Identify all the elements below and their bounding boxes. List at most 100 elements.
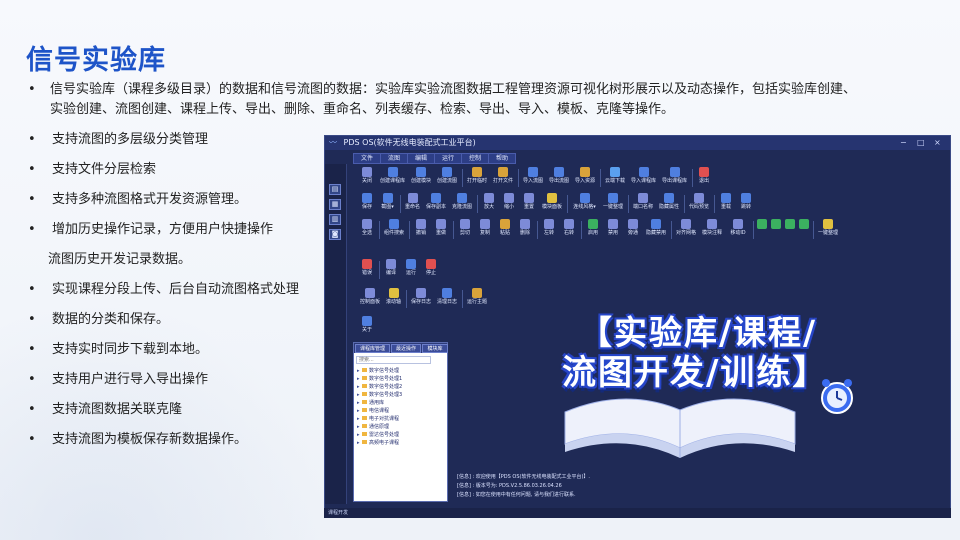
toolbar-button[interactable] bbox=[798, 219, 810, 241]
toolbar-button[interactable]: 跳转 bbox=[737, 193, 755, 215]
toolbar-button[interactable]: 粘贴 bbox=[496, 219, 514, 241]
toolbar-button[interactable]: 隐藏禁用 bbox=[644, 219, 668, 241]
toolbar-button[interactable]: 组件搜索 bbox=[382, 219, 406, 241]
toolbar-button[interactable]: 连线风格▾ bbox=[570, 193, 599, 215]
tab-module-library[interactable]: 模块库 bbox=[422, 344, 448, 353]
menu-item[interactable]: 流图 bbox=[380, 153, 408, 164]
toolbar-button[interactable]: 滚动轴 bbox=[384, 288, 403, 310]
toolbar-button[interactable]: 关于 bbox=[358, 316, 376, 338]
toolbar-button[interactable]: 编译 bbox=[382, 259, 400, 281]
toolbar-button[interactable]: 隐藏属性 bbox=[657, 193, 681, 215]
toolbar-button[interactable]: 一键整理 bbox=[816, 219, 840, 241]
toolbar-separator bbox=[567, 195, 568, 213]
tree-node[interactable]: ▸ 电信课程 bbox=[357, 408, 389, 415]
toolbar-button[interactable]: 错误 bbox=[358, 259, 376, 281]
toolbar-button[interactable]: 重做 bbox=[432, 219, 450, 241]
toolbar-button[interactable]: 创建课程库 bbox=[378, 167, 407, 189]
minimize-button[interactable]: − bbox=[900, 136, 907, 150]
scroll-icon bbox=[388, 288, 399, 298]
toolbar-button-label: 删除 bbox=[519, 230, 530, 236]
maximize-button[interactable]: □ bbox=[917, 136, 925, 150]
bullet-dot: • bbox=[28, 222, 36, 237]
toolbar-button[interactable]: 截图▾ bbox=[378, 193, 397, 215]
toolbar-button[interactable]: 运行主题 bbox=[465, 288, 489, 310]
folder-icon[interactable]: ▤ bbox=[329, 184, 341, 195]
toolbar-button[interactable]: 复制 bbox=[476, 219, 494, 241]
menu-item[interactable]: 控制 bbox=[461, 153, 489, 164]
camera-icon[interactable]: ◙ bbox=[329, 229, 341, 240]
menu-item[interactable]: 编辑 bbox=[407, 153, 435, 164]
toolbar-button[interactable]: 创建模块 bbox=[409, 167, 433, 189]
toolbar-button[interactable]: 删除 bbox=[516, 219, 534, 241]
toolbar-button-label: 导出流图 bbox=[548, 178, 569, 184]
zoom-out-icon bbox=[504, 193, 514, 203]
intro-paragraph: • 信号实验库（课程多级目录）的数据和信号流图的数据：实验库实验流图数据工程管理… bbox=[28, 80, 858, 120]
toolbar-button[interactable]: 全选 bbox=[358, 219, 376, 241]
toolbar-button[interactable]: 代码预览 bbox=[687, 193, 711, 215]
toolbar-button[interactable]: 右转 bbox=[560, 219, 578, 241]
tree-node[interactable]: ▸ 通用库 bbox=[357, 400, 384, 407]
toolbar-button[interactable]: 关闭 bbox=[358, 167, 376, 189]
tree-node[interactable]: ▸ 通信原理 bbox=[357, 424, 389, 431]
tree-node[interactable]: ▸ 数字信号处理 bbox=[357, 368, 399, 375]
toolbar-button[interactable]: 重载 bbox=[717, 193, 735, 215]
toolbar-button[interactable]: 清理日志 bbox=[435, 288, 459, 310]
toolbar-button[interactable]: 对齐网格 bbox=[674, 219, 698, 241]
error-icon bbox=[362, 259, 372, 269]
delete-icon bbox=[520, 219, 530, 229]
tree-search-input[interactable]: 搜索... bbox=[356, 356, 431, 364]
toolbar-button[interactable]: 撤销 bbox=[412, 219, 430, 241]
toolbar-button[interactable]: 重命名 bbox=[403, 193, 422, 215]
tab-course-library[interactable]: 课程库管理 bbox=[355, 344, 390, 353]
tab-recent[interactable]: 最近操作 bbox=[391, 344, 421, 353]
toolbar-button[interactable]: 放大 bbox=[480, 193, 498, 215]
intro-text: 信号实验库（课程多级目录）的数据和信号流图的数据：实验库实验流图数据工程管理资源… bbox=[50, 82, 857, 117]
toolbar-button[interactable]: 重置 bbox=[520, 193, 538, 215]
toolbar-button[interactable]: 打开临时 bbox=[465, 167, 489, 189]
toolbar-button[interactable]: 模块面板 bbox=[540, 193, 564, 215]
toolbar-button[interactable]: 创建流图 bbox=[435, 167, 459, 189]
toolbar-button[interactable]: 模块注释 bbox=[700, 219, 724, 241]
tree-node[interactable]: ▸ 电子对抗课程 bbox=[357, 416, 399, 423]
run-icon bbox=[406, 259, 416, 269]
toolbar-button[interactable]: 缩小 bbox=[500, 193, 518, 215]
toolbar-button[interactable]: 一键整理 bbox=[601, 193, 625, 215]
toolbar-button[interactable]: 保存 bbox=[358, 193, 376, 215]
toolbar-button[interactable]: 打开文件 bbox=[491, 167, 515, 189]
toolbar-button[interactable]: 左转 bbox=[540, 219, 558, 241]
toolbar-button[interactable]: 启用 bbox=[584, 219, 602, 241]
toolbar-button[interactable]: 导入资源 bbox=[573, 167, 597, 189]
toolbar-button[interactable]: 导出流图 bbox=[547, 167, 571, 189]
toolbar-button[interactable]: 克隆流图 bbox=[450, 193, 474, 215]
toolbar-button[interactable]: 退出 bbox=[695, 167, 713, 189]
toolbar-button[interactable]: 移动ID bbox=[726, 219, 750, 241]
menu-item[interactable]: 文件 bbox=[353, 153, 381, 164]
toolbar-button[interactable] bbox=[784, 219, 796, 241]
tree-node[interactable]: ▸ 数字信号处理3 bbox=[357, 392, 402, 399]
toolbar-button[interactable]: 端口名称 bbox=[631, 193, 655, 215]
menu-item[interactable]: 帮助 bbox=[488, 153, 516, 164]
toolbar-button[interactable] bbox=[756, 219, 768, 241]
menu-item[interactable]: 运行 bbox=[434, 153, 462, 164]
toolbar-button[interactable]: 保存副本 bbox=[424, 193, 448, 215]
toolbar-button[interactable]: 停止 bbox=[422, 259, 440, 281]
toolbar-button[interactable]: 导出课程库 bbox=[660, 167, 689, 189]
toolbar-button[interactable]: 旁通 bbox=[624, 219, 642, 241]
toolbar-button[interactable]: 运行 bbox=[402, 259, 420, 281]
tree-node[interactable]: ▸ 雷达信号处理 bbox=[357, 432, 399, 439]
grid-icon[interactable]: ▦ bbox=[329, 199, 341, 210]
toolbar-button[interactable]: 云端下载 bbox=[603, 167, 627, 189]
toolbar-button[interactable]: 控制面板 bbox=[358, 288, 382, 310]
toolbar-button[interactable]: 导入课程库 bbox=[629, 167, 658, 189]
toolbar-button[interactable]: 禁用 bbox=[604, 219, 622, 241]
tree-node[interactable]: ▸ 数字信号处理2 bbox=[357, 384, 402, 391]
toolbar-button[interactable] bbox=[770, 219, 782, 241]
toolbar-button[interactable]: 导入流图 bbox=[521, 167, 545, 189]
toolbar-button[interactable]: 剪切 bbox=[456, 219, 474, 241]
close-window-button[interactable]: × bbox=[934, 136, 941, 150]
tree-node[interactable]: ▸ 数字信号处理1 bbox=[357, 376, 402, 383]
toolbar-button[interactable]: 保存日志 bbox=[409, 288, 433, 310]
toolbar-separator bbox=[453, 221, 454, 239]
tree-node[interactable]: ▸ 高频电子课程 bbox=[357, 440, 399, 447]
table-icon[interactable]: ▥ bbox=[329, 214, 341, 225]
